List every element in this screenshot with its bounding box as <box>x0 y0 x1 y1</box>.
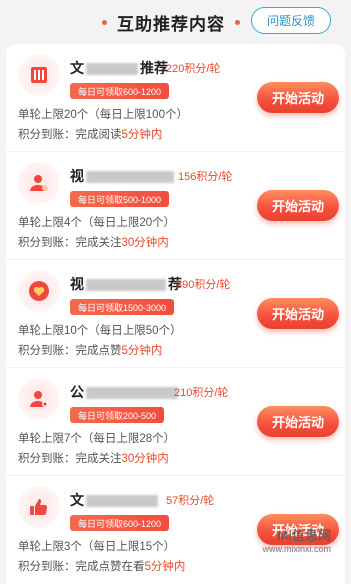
task-card: 视 156积分/轮 每日可领取500-1000 单轮上限4个（每日上限20个） … <box>6 152 345 260</box>
task-card: 视荐 390积分/轮 每日可领取1500-3000 单轮上限10个（每日上限50… <box>6 260 345 368</box>
task-card: 公 210积分/轮 每日可领取200-500 单轮上限7个（每日上限28个） 积… <box>6 368 345 476</box>
user-star-icon <box>18 378 60 420</box>
start-activity-button[interactable]: 开始活动 <box>257 298 339 329</box>
settle-text: 积分到账：完成点赞在看5分钟内 <box>18 561 186 573</box>
start-activity-button[interactable]: 开始活动 <box>257 82 339 113</box>
page-title: 互助推荐内容 <box>117 15 225 34</box>
daily-pill: 每日可领取600-1200 <box>70 515 170 531</box>
limit-text: 单轮上限4个（每日上限20个） <box>18 217 176 229</box>
task-card: 文推荐 220积分/轮 每日可领取600-1200 单轮上限20个（每日上限10… <box>6 44 345 152</box>
book-icon <box>18 54 60 96</box>
watermark: Mi信息网 www.mixinxi.com <box>262 525 331 554</box>
redaction <box>86 279 166 292</box>
start-activity-button[interactable]: 开始活动 <box>257 190 339 221</box>
title-dot-right <box>235 20 240 25</box>
daily-pill: 每日可领取500-1000 <box>70 191 170 207</box>
limit-text: 单轮上限20个（每日上限100个） <box>18 109 188 121</box>
settle-text: 积分到账：完成阅读5分钟内 <box>18 129 163 141</box>
title-wrap: 互助推荐内容 <box>102 10 240 35</box>
redaction <box>86 495 158 508</box>
task-name: 文推荐 <box>70 60 168 76</box>
watermark-line2: www.mixinxi.com <box>262 544 331 554</box>
header: 互助推荐内容 问题反馈 <box>0 0 351 44</box>
daily-pill: 每日可领取600-1200 <box>70 83 170 99</box>
limit-text: 单轮上限10个（每日上限50个） <box>18 325 182 337</box>
settle-text: 积分到账：完成关注30分钟内 <box>18 453 169 465</box>
daily-pill: 每日可领取1500-3000 <box>70 299 175 315</box>
user-add-icon <box>18 162 60 204</box>
redaction <box>86 171 174 184</box>
settle-text: 积分到账：完成点赞5分钟内 <box>18 345 163 357</box>
start-activity-button[interactable]: 开始活动 <box>257 406 339 437</box>
redaction <box>86 63 138 76</box>
watermark-line1: Mi信息网 <box>277 528 331 543</box>
limit-text: 单轮上限7个（每日上限28个） <box>18 433 176 445</box>
task-name: 文 <box>70 490 160 510</box>
reward-label: 156积分/轮 <box>178 171 233 183</box>
reward-label: 210积分/轮 <box>174 387 229 399</box>
settle-text: 积分到账：完成关注30分钟内 <box>18 237 169 249</box>
reward-label: 220积分/轮 <box>166 63 221 75</box>
feedback-button[interactable]: 问题反馈 <box>251 7 331 34</box>
task-name: 视荐 <box>70 276 182 292</box>
reward-label: 390积分/轮 <box>176 279 231 291</box>
limit-text: 单轮上限3个（每日上限15个） <box>18 541 176 553</box>
task-name: 视 <box>70 166 176 186</box>
task-name: 公 <box>70 382 180 402</box>
reward-label: 57积分/轮 <box>166 495 215 507</box>
redaction <box>86 387 178 400</box>
title-dot-left <box>102 20 107 25</box>
content-panel: 文推荐 220积分/轮 每日可领取600-1200 单轮上限20个（每日上限10… <box>6 44 345 584</box>
daily-pill: 每日可领取200-500 <box>70 407 165 423</box>
thumb-up-icon <box>18 486 60 528</box>
heart-icon <box>18 270 60 312</box>
